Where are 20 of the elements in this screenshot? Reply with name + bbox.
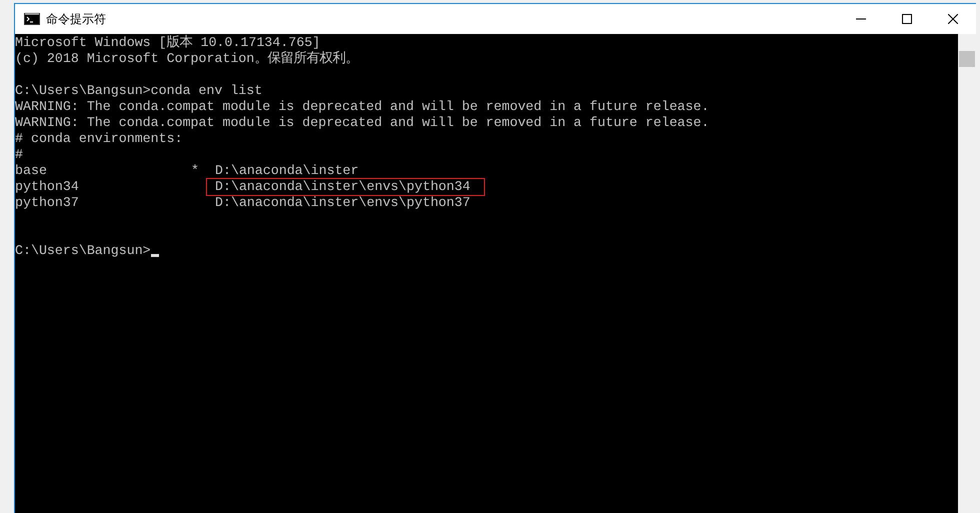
env-name: python34: [15, 179, 80, 195]
env-path: D:\anaconda\inster\envs\python37: [215, 195, 470, 211]
env-path: D:\anaconda\inster: [215, 163, 359, 179]
console-line: #: [15, 147, 23, 163]
console-line: WARNING: The conda.compat module is deprecated and will be removed in a future release.: [15, 115, 710, 131]
window-title: 命令提示符: [46, 11, 106, 28]
console-line: Microsoft Windows [版本 10.0.17134.765]: [15, 35, 320, 51]
console-line: (c) 2018 Microsoft Corporation。保留所有权利。: [15, 51, 358, 67]
console-app-icon: [24, 13, 40, 25]
console-line: WARNING: The conda.compat module is deprecated and will be removed in a future release.: [15, 99, 710, 115]
maximize-icon: [902, 14, 912, 24]
active-env-marker: *: [191, 163, 200, 179]
env-name: python37: [15, 195, 80, 211]
close-icon: [948, 14, 958, 24]
env-path: D:\anaconda\inster\envs\python34: [206, 178, 486, 196]
command-prompt: C:\Users\Bangsun>: [15, 243, 151, 259]
console-line: # conda environments:: [15, 131, 183, 147]
env-name: base: [15, 163, 48, 179]
console-line: C:\Users\Bangsun>conda env list: [15, 83, 262, 99]
scrollbar-thumb[interactable]: [959, 51, 975, 67]
